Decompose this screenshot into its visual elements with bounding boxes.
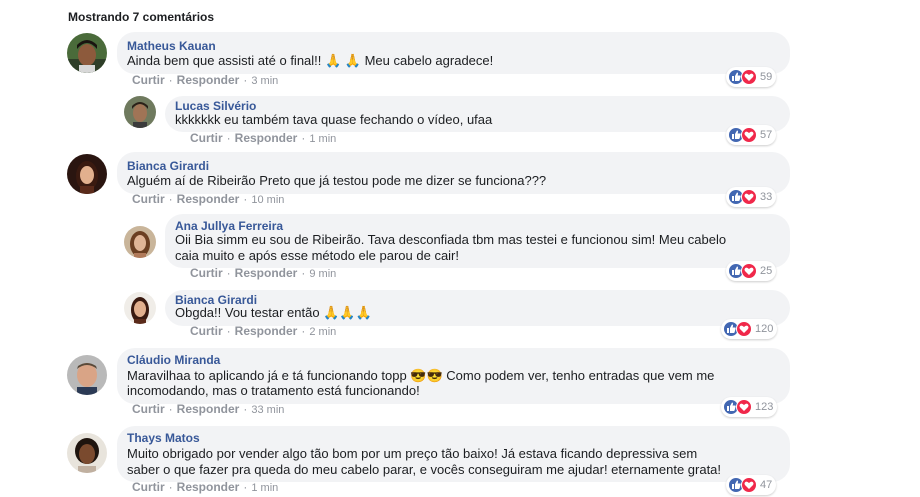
reaction-summary[interactable]: 57 xyxy=(726,125,777,145)
heart-icon xyxy=(741,263,757,279)
heart-icon xyxy=(736,399,752,415)
comment-text-line: Alguém aí de Ribeirão Preto que já testo… xyxy=(127,173,547,188)
comment-author[interactable]: Bianca Girardi xyxy=(127,159,209,173)
heart-icon xyxy=(741,127,757,143)
reaction-count: 47 xyxy=(760,479,773,491)
like-link[interactable]: Curtir xyxy=(132,192,165,206)
comment-actions: Curtir · Responder · 33 min xyxy=(132,402,285,416)
timestamp[interactable]: 10 min xyxy=(251,194,284,206)
reply-link[interactable]: Responder xyxy=(235,266,298,280)
reaction-count: 123 xyxy=(755,401,774,413)
reaction-summary[interactable]: 47 xyxy=(726,475,777,495)
comment-actions: Curtir · Responder · 1 min xyxy=(190,131,337,145)
timestamp[interactable]: 3 min xyxy=(251,75,278,87)
timestamp[interactable]: 2 min xyxy=(309,326,336,338)
timestamp[interactable]: 1 min xyxy=(309,133,336,145)
timestamp[interactable]: 9 min xyxy=(309,268,336,280)
avatar[interactable] xyxy=(124,96,156,128)
avatar[interactable] xyxy=(124,292,156,324)
comment-text-line: caia muito e após esse método ele parou … xyxy=(175,248,460,263)
reaction-summary[interactable]: 59 xyxy=(726,67,777,87)
like-link[interactable]: Curtir xyxy=(132,402,165,416)
reaction-count: 120 xyxy=(755,323,774,335)
reply-link[interactable]: Responder xyxy=(177,480,240,494)
avatar[interactable] xyxy=(67,33,107,73)
comment-text-line: Obgda!! Vou testar então 🙏🙏🙏 xyxy=(175,305,372,320)
heart-icon xyxy=(741,69,757,85)
comment-actions: Curtir · Responder · 1 min xyxy=(132,480,279,494)
avatar[interactable] xyxy=(67,355,107,395)
comment-author[interactable]: Thays Matos xyxy=(127,431,200,445)
reaction-summary[interactable]: 33 xyxy=(726,187,777,207)
reaction-summary[interactable]: 120 xyxy=(721,319,778,339)
comment-author[interactable]: Cláudio Miranda xyxy=(127,353,220,367)
timestamp[interactable]: 1 min xyxy=(251,482,278,494)
reaction-count: 59 xyxy=(760,71,773,83)
heart-icon xyxy=(741,477,757,493)
comment-text-line: incomodando, mas o tratamento está funci… xyxy=(127,383,420,398)
heart-icon xyxy=(741,189,757,205)
comment-actions: Curtir · Responder · 9 min xyxy=(190,266,337,280)
like-link[interactable]: Curtir xyxy=(190,266,223,280)
like-link[interactable]: Curtir xyxy=(190,131,223,145)
comment-actions: Curtir · Responder · 10 min xyxy=(132,192,285,206)
reaction-count: 57 xyxy=(760,129,773,141)
avatar[interactable] xyxy=(67,154,107,194)
heart-icon xyxy=(736,321,752,337)
reply-link[interactable]: Responder xyxy=(177,192,240,206)
like-link[interactable]: Curtir xyxy=(190,324,223,338)
reaction-summary[interactable]: 25 xyxy=(726,261,777,281)
comment-author[interactable]: Matheus Kauan xyxy=(127,39,216,53)
timestamp[interactable]: 33 min xyxy=(251,404,284,416)
like-link[interactable]: Curtir xyxy=(132,73,165,87)
reply-link[interactable]: Responder xyxy=(235,131,298,145)
comment-actions: Curtir · Responder · 2 min xyxy=(190,324,337,338)
comment-text-line: Ainda bem que assisti até o final!! 🙏 🙏 … xyxy=(127,53,494,68)
avatar[interactable] xyxy=(124,226,156,258)
comments-count-header: Mostrando 7 comentários xyxy=(68,10,215,24)
like-link[interactable]: Curtir xyxy=(132,480,165,494)
reaction-count: 25 xyxy=(760,265,773,277)
reply-link[interactable]: Responder xyxy=(177,402,240,416)
comment-actions: Curtir · Responder · 3 min xyxy=(132,73,279,87)
reaction-count: 33 xyxy=(760,191,773,203)
avatar[interactable] xyxy=(67,433,107,473)
comment-text-line: kkkkkkk eu também tava quase fechando o … xyxy=(175,112,493,127)
reply-link[interactable]: Responder xyxy=(177,73,240,87)
reply-link[interactable]: Responder xyxy=(235,324,298,338)
reaction-summary[interactable]: 123 xyxy=(721,397,778,417)
comment-text-line: saber o que fazer pra queda do meu cabel… xyxy=(127,462,722,477)
